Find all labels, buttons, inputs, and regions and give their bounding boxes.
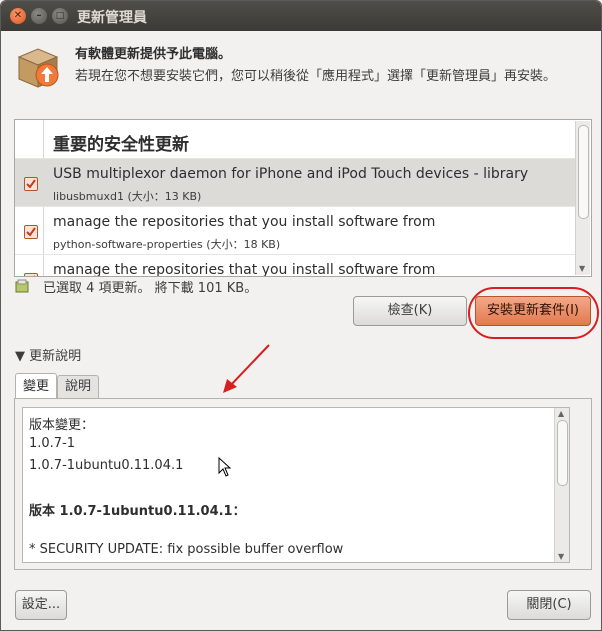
package-box-icon [17,48,59,88]
download-status-icon [15,279,29,293]
expander-label: 更新說明 [29,349,82,364]
section-title: 重要的安全性更新 [53,135,189,155]
check-button[interactable]: 檢查(K) [353,296,467,326]
close-button[interactable]: 關閉(C) [507,590,591,620]
update-manager-window: ✕ – □ 更新管理員 有軟體更新提供予此電腦。 若現在您不想要安裝它們，您可以… [0,0,602,631]
window-title: 更新管理員 [77,10,147,26]
annotation-arrow-icon [223,344,270,393]
scroll-down-icon[interactable]: ▼ [579,264,585,273]
update-name: manage the repositories that you install… [53,262,436,277]
changelog-text[interactable]: 版本變更： 1.0.7-1 1.0.7-1ubuntu0.11.04.1 版本 … [22,407,570,563]
changelog-line: * SECURITY UPDATE: fix possible buffer o… [29,542,344,557]
expander-arrow-icon: ▼ [15,349,25,364]
close-icon: ✕ [13,10,23,21]
window-minimize-button[interactable]: – [31,8,47,24]
tab-changes[interactable]: 變更 [15,373,57,400]
update-row[interactable]: USB multiplexor daemon for iPhone and iP… [15,158,575,206]
mouse-pointer-icon [218,457,232,477]
update-row[interactable]: manage the repositories that you install… [15,206,575,254]
update-size: python-software-properties (大小：18 KB) [53,238,281,251]
scroll-up-icon[interactable]: ▲ [558,409,564,418]
selection-status: 已選取 4 項更新。 將下載 101 KB。 [43,281,258,296]
update-list-scrollbar[interactable]: ▼ [575,121,590,275]
settings-button[interactable]: 設定... [15,590,67,620]
update-row[interactable]: manage the repositories that you install… [15,254,575,277]
update-checkbox[interactable] [24,177,38,191]
maximize-icon: □ [55,11,65,21]
scrollbar-thumb[interactable] [557,420,568,486]
headline: 有軟體更新提供予此電腦。 [75,47,232,62]
title-bar[interactable]: ✕ – □ 更新管理員 [1,1,601,31]
tab-description[interactable]: 說明 [57,375,99,398]
scroll-down-icon[interactable]: ▼ [558,552,564,561]
changelog-scrollbar[interactable]: ▲ ▼ [554,408,569,562]
update-checkbox[interactable] [24,273,38,276]
changelog-line: 1.0.7-1ubuntu0.11.04.1 [29,458,184,473]
changelog-line: 版本變更： [29,418,95,433]
update-name: USB multiplexor daemon for iPhone and iP… [53,166,529,182]
window-maximize-button[interactable]: □ [52,8,68,24]
changelog-line: 1.0.7-1 [29,436,76,451]
details-expander[interactable]: ▼ 更新說明 [15,345,81,364]
highlight-circle [468,287,599,339]
changelog-line: 版本 1.0.7-1ubuntu0.11.04.1： [29,504,246,519]
window-close-button[interactable]: ✕ [10,8,26,24]
scrollbar-thumb[interactable] [578,125,589,219]
description: 若現在您不想要安裝它們，您可以稍後從「應用程式」選擇「更新管理員」再安裝。 [75,69,557,84]
update-list[interactable]: 重要的安全性更新 USB multiplexor daemon for iPho… [14,119,592,277]
minimize-icon: – [36,10,42,21]
update-checkbox[interactable] [24,225,38,239]
changes-panel: 版本變更： 1.0.7-1 1.0.7-1ubuntu0.11.04.1 版本 … [14,398,592,570]
update-name: manage the repositories that you install… [53,214,436,230]
update-size: libusbmuxd1 (大小：13 KB) [53,190,202,203]
